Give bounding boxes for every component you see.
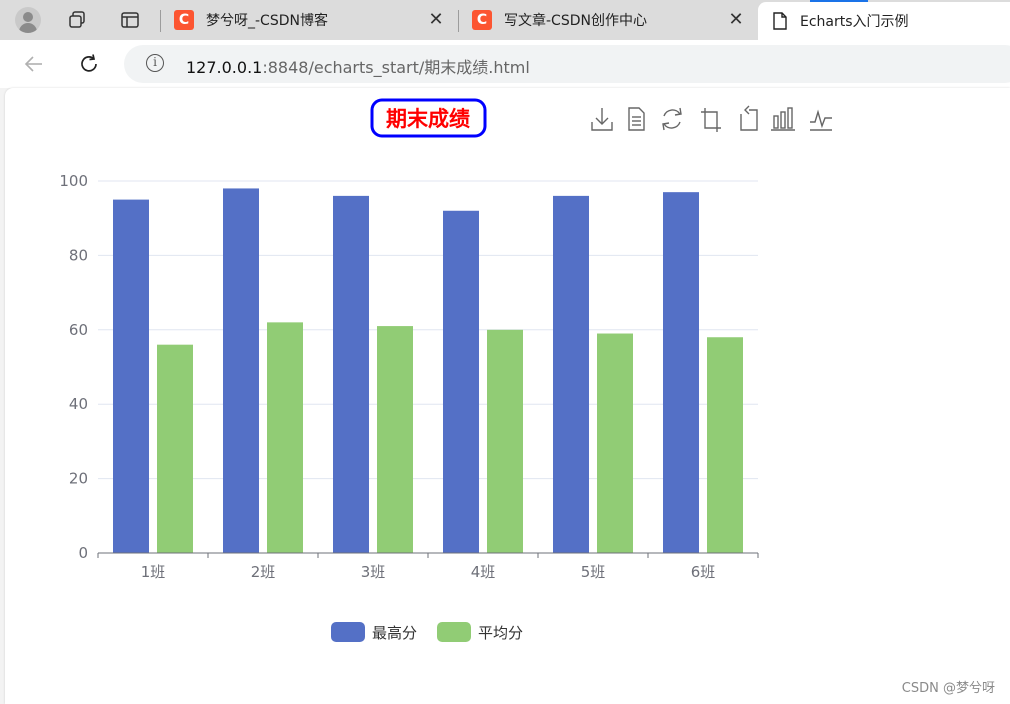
back-arrow-icon bbox=[24, 56, 42, 72]
bar-avg[interactable] bbox=[377, 326, 413, 553]
legend-swatch bbox=[437, 622, 471, 642]
x-tick-label: 6班 bbox=[691, 563, 716, 581]
bar-max[interactable] bbox=[113, 199, 149, 553]
y-tick-label: 40 bbox=[69, 395, 88, 413]
tab-strip: C 梦兮呀_-CSDN博客 ✕ C 写文章-CSDN创作中心 ✕ Echarts… bbox=[0, 0, 1010, 40]
bar-avg[interactable] bbox=[267, 322, 303, 553]
bar-chart: 期末成绩 0204060801001班 2班 3班 4班 5班 6班 最高分 平… bbox=[59, 98, 832, 642]
url-field[interactable]: i 127.0.0.1:8848/echarts_start/期末成绩.html bbox=[124, 45, 1010, 83]
bar-max[interactable] bbox=[663, 192, 699, 553]
site-info-icon[interactable]: i bbox=[146, 54, 164, 72]
bar-max[interactable] bbox=[443, 210, 479, 553]
y-tick-label: 60 bbox=[69, 321, 88, 339]
bar-max[interactable] bbox=[553, 195, 589, 553]
csdn-favicon: C bbox=[174, 10, 194, 30]
collections-icon bbox=[69, 11, 85, 28]
chart-title: 期末成绩 bbox=[386, 107, 470, 131]
save-image-icon[interactable] bbox=[591, 108, 613, 131]
csdn-favicon: C bbox=[472, 10, 492, 30]
zoom-icon[interactable] bbox=[701, 108, 721, 132]
url-text: 127.0.0.1:8848/echarts_start/期末成绩.html bbox=[186, 54, 530, 78]
address-bar-row: i 127.0.0.1:8848/echarts_start/期末成绩.html bbox=[0, 40, 1010, 88]
tab-csdn-blog[interactable]: C 梦兮呀_-CSDN博客 ✕ bbox=[160, 0, 456, 40]
tab-actions-button[interactable] bbox=[114, 4, 146, 36]
zoom-reset-icon[interactable] bbox=[740, 105, 758, 131]
csdn-watermark: CSDN @梦兮呀 bbox=[901, 681, 995, 696]
bar-max[interactable] bbox=[333, 195, 369, 553]
data-view-icon[interactable] bbox=[628, 107, 645, 131]
reload-icon bbox=[81, 54, 97, 72]
tab-title: Echarts入门示例 bbox=[800, 14, 909, 30]
chart-bars bbox=[113, 188, 743, 553]
x-tick-label: 2班 bbox=[251, 563, 276, 581]
chart-toolbox bbox=[591, 105, 832, 132]
x-tick-label: 5班 bbox=[581, 563, 606, 581]
y-tick-label: 20 bbox=[69, 470, 88, 488]
bar-avg[interactable] bbox=[597, 333, 633, 553]
tab-csdn-editor[interactable]: C 写文章-CSDN创作中心 ✕ bbox=[458, 0, 756, 40]
back-button[interactable] bbox=[18, 48, 50, 80]
reload-button[interactable] bbox=[73, 48, 105, 80]
x-tick-label: 4班 bbox=[471, 563, 496, 581]
legend-item[interactable]: 平均分 bbox=[437, 622, 523, 642]
bar-type-icon[interactable] bbox=[771, 107, 795, 131]
tab-echarts-demo[interactable]: Echarts入门示例 bbox=[758, 2, 1010, 40]
bar-avg[interactable] bbox=[707, 337, 743, 553]
line-type-icon[interactable] bbox=[810, 109, 832, 131]
y-tick-label: 0 bbox=[78, 544, 88, 562]
avatar-icon bbox=[15, 7, 41, 33]
legend-label: 最高分 bbox=[372, 624, 417, 642]
close-tab-icon[interactable]: ✕ bbox=[726, 9, 746, 30]
active-tab-indicator bbox=[810, 0, 868, 2]
collections-button[interactable] bbox=[61, 4, 93, 36]
bar-max[interactable] bbox=[223, 188, 259, 553]
url-path: :8848/echarts_start/期末成绩.html bbox=[262, 58, 530, 77]
tab-title: 写文章-CSDN创作中心 bbox=[504, 13, 647, 29]
x-tick-label: 1班 bbox=[141, 563, 166, 581]
page-content: 期末成绩 0 20 40 60 80 100 1班 2班 3班 4班 5班 6班… bbox=[5, 88, 1010, 704]
profile-avatar[interactable] bbox=[12, 4, 44, 36]
y-tick-label: 80 bbox=[69, 246, 88, 264]
document-icon bbox=[773, 12, 787, 30]
chart-legend: 最高分 平均分 bbox=[331, 622, 523, 642]
y-tick-label: 100 bbox=[59, 172, 88, 190]
x-tick-label: 3班 bbox=[361, 563, 386, 581]
bar-avg[interactable] bbox=[487, 329, 523, 553]
close-tab-icon[interactable]: ✕ bbox=[426, 9, 446, 30]
chart-grid bbox=[98, 180, 758, 480]
legend-label: 平均分 bbox=[478, 624, 523, 642]
bar-avg[interactable] bbox=[157, 344, 193, 553]
url-host: 127.0.0.1 bbox=[186, 58, 263, 77]
tab-title: 梦兮呀_-CSDN博客 bbox=[206, 13, 328, 29]
restore-icon[interactable] bbox=[662, 107, 682, 131]
legend-item[interactable]: 最高分 bbox=[331, 622, 417, 642]
tab-actions-icon bbox=[121, 12, 139, 28]
legend-swatch bbox=[331, 622, 365, 642]
